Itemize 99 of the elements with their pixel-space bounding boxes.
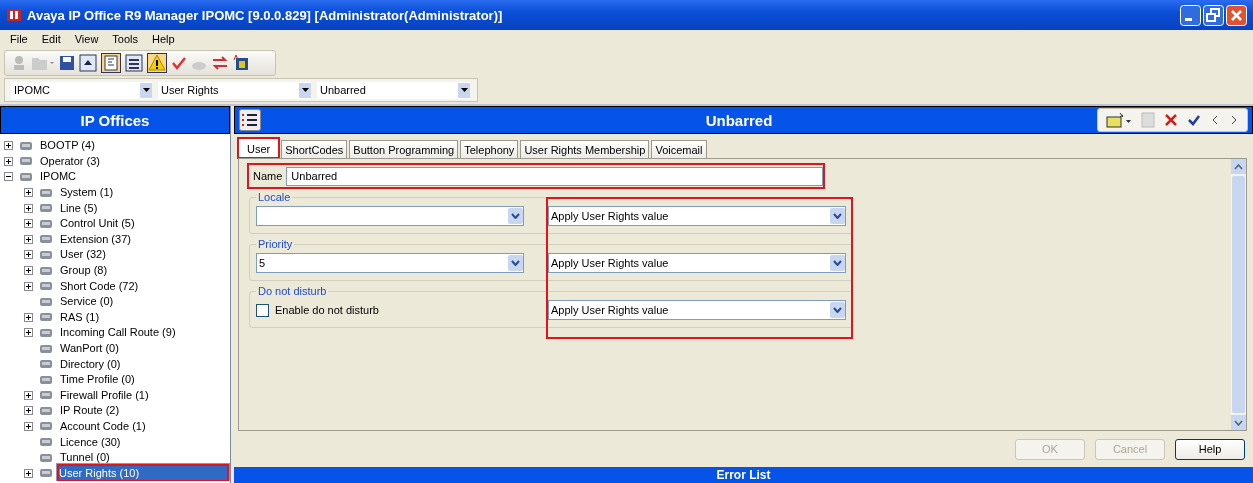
caret-icon <box>833 307 842 313</box>
tab[interactable]: User Rights Membership <box>520 140 650 158</box>
checkbox-label: Enable do not disturb <box>275 304 379 316</box>
expand-icon[interactable] <box>24 312 33 322</box>
collapse-icon[interactable] <box>4 172 13 182</box>
tab[interactable]: Telephony <box>460 140 519 158</box>
close-icon[interactable] <box>1226 4 1247 26</box>
expand-icon[interactable] <box>24 422 33 431</box>
node-icon <box>18 170 34 184</box>
expand-icon[interactable] <box>24 203 33 213</box>
caret-icon <box>833 260 842 266</box>
previous-icon[interactable] <box>1210 114 1220 126</box>
window-title: Avaya IP Office R9 Manager IPOMC [9.0.0.829] [Administrator(Administrator)] <box>27 7 504 23</box>
panel-title: Unbarred <box>704 111 774 129</box>
caret-icon <box>511 213 520 219</box>
tree-item[interactable]: Directory (0) <box>56 356 125 372</box>
group-title: Priority <box>257 238 294 250</box>
caret-icon <box>460 88 468 92</box>
dropdown[interactable]: Apply User Rights value <box>548 253 846 273</box>
tab[interactable]: ShortCodes <box>281 140 348 158</box>
tree-item[interactable]: BOOTP (4) <box>36 138 99 154</box>
next-icon[interactable] <box>1229 114 1239 126</box>
tree-item[interactable]: Short Code (72) <box>56 278 143 294</box>
caret-icon <box>142 88 150 92</box>
name-field[interactable]: Unbarred <box>286 166 823 186</box>
menu-item[interactable]: Edit <box>41 33 61 45</box>
document-icon[interactable] <box>233 55 249 71</box>
menu-item[interactable]: File <box>10 33 28 45</box>
tree-item[interactable]: Firewall Profile (1) <box>56 387 153 403</box>
group-title: Locale <box>257 191 292 203</box>
warning-icon[interactable] <box>147 53 167 73</box>
tree-item[interactable]: WanPort (0) <box>56 341 123 356</box>
expand-icon[interactable] <box>24 188 33 198</box>
dropdown[interactable]: Apply User Rights value <box>548 300 846 320</box>
caret-icon <box>301 88 309 92</box>
object-selector[interactable]: IPOMC <box>11 81 152 99</box>
scroll-up-icon[interactable] <box>1234 163 1243 170</box>
object-selector[interactable]: User Rights <box>158 81 311 99</box>
panel-icon[interactable] <box>79 54 97 72</box>
tree-item[interactable]: Licence (30) <box>56 434 125 450</box>
list-icon[interactable] <box>239 109 261 131</box>
expand-icon[interactable] <box>4 141 13 151</box>
object-selector[interactable]: Unbarred <box>317 81 470 99</box>
tree-item[interactable]: Time Profile (0) <box>56 372 139 388</box>
expand-icon[interactable] <box>24 234 33 244</box>
tree-item[interactable]: IPOMC <box>36 169 81 185</box>
expand-icon[interactable] <box>24 468 33 478</box>
tree-item[interactable]: Control Unit (5) <box>56 216 139 232</box>
scrollbar[interactable] <box>1231 159 1246 430</box>
expand-icon[interactable] <box>24 219 33 229</box>
app-icon <box>6 7 22 23</box>
tree-item[interactable]: Tunnel (0) <box>56 450 114 466</box>
panel-title: IP Offices <box>80 111 150 129</box>
tree-item[interactable]: User Rights (10) <box>56 463 230 482</box>
checkbox[interactable] <box>256 303 269 317</box>
dropdown[interactable] <box>256 206 524 226</box>
tab[interactable]: User <box>238 138 280 158</box>
dialog-button[interactable]: Help <box>1175 438 1245 460</box>
tree-item[interactable]: Operator (3) <box>36 153 104 169</box>
expand-icon[interactable] <box>24 406 33 416</box>
group-title: Do not disturb <box>257 285 328 297</box>
tab[interactable]: Button Programming <box>349 140 459 158</box>
delete-icon[interactable] <box>1164 113 1178 127</box>
new-record-icon[interactable] <box>1106 112 1132 128</box>
restore-icon[interactable] <box>1203 4 1224 26</box>
expand-icon[interactable] <box>4 156 13 166</box>
tree-item[interactable]: Service (0) <box>56 294 118 310</box>
menu-item[interactable]: View <box>74 33 99 45</box>
scroll-down-icon[interactable] <box>1234 419 1243 426</box>
check-icon[interactable] <box>1187 113 1201 127</box>
field-label: Name <box>253 170 283 182</box>
panel-title: Error List <box>716 468 771 482</box>
dropdown[interactable]: 5 <box>256 253 524 273</box>
swap-arrows-icon[interactable] <box>211 55 229 71</box>
save-icon[interactable] <box>59 55 75 71</box>
list-view-icon[interactable] <box>125 54 143 72</box>
tree-item[interactable]: Account Code (1) <box>56 419 150 434</box>
tree-item[interactable]: Incoming Call Route (9) <box>56 325 180 341</box>
caret-icon <box>833 213 842 219</box>
tab[interactable]: Voicemail <box>651 140 707 158</box>
tree-item[interactable]: User (32) <box>56 247 110 263</box>
tree-item[interactable]: IP Route (2) <box>56 403 124 419</box>
tree-item[interactable]: Extension (37) <box>56 231 135 247</box>
tree-item[interactable]: RAS (1) <box>56 309 104 325</box>
expand-icon[interactable] <box>24 390 33 400</box>
minimize-icon[interactable] <box>1180 4 1201 26</box>
tree-item[interactable]: Group (8) <box>56 263 112 279</box>
caret-icon <box>511 260 520 266</box>
expand-icon[interactable] <box>24 328 33 338</box>
tree-view-icon[interactable] <box>101 53 121 73</box>
menu-item[interactable]: Tools <box>112 33 139 45</box>
tree-item[interactable]: Line (5) <box>56 200 102 216</box>
dropdown[interactable]: Apply User Rights value <box>548 206 846 226</box>
expand-icon[interactable] <box>24 266 33 276</box>
tree-item[interactable]: System (1) <box>56 185 118 201</box>
check-icon[interactable] <box>171 55 187 71</box>
menu-item[interactable]: Help <box>152 33 175 45</box>
expand-icon[interactable] <box>24 281 33 291</box>
expand-icon[interactable] <box>24 250 33 260</box>
